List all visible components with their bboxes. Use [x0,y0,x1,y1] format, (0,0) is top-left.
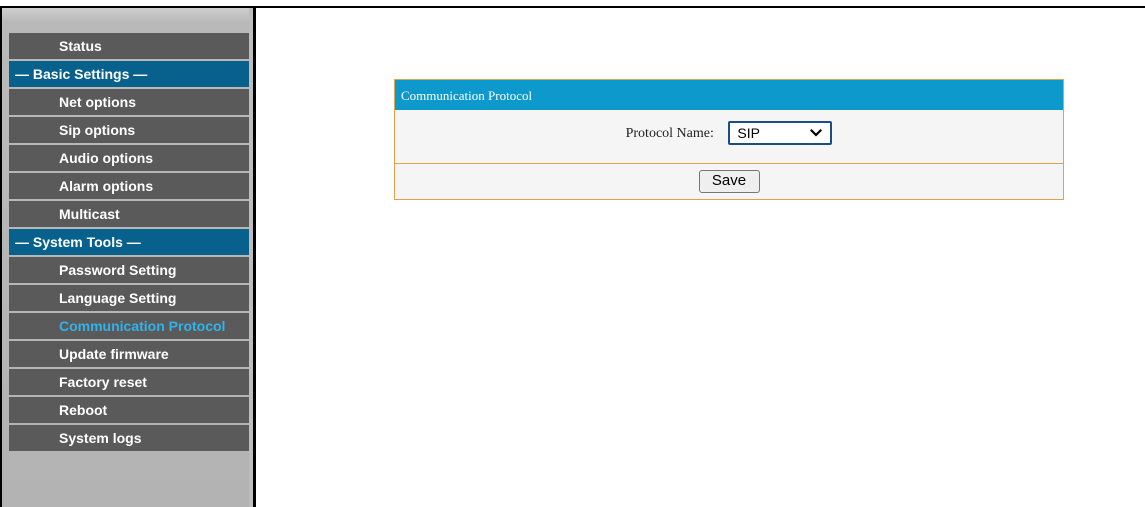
protocol-row: Protocol Name: SIP [395,110,1063,164]
sidebar-item-multicast[interactable]: Multicast [9,201,249,227]
chevron-down-icon [810,128,823,137]
sidebar-item-net-options[interactable]: Net options [9,89,249,115]
sidebar-item-sip-options[interactable]: Sip options [9,117,249,143]
communication-protocol-panel: Communication Protocol Protocol Name: SI… [394,79,1064,200]
panel-title: Communication Protocol [395,79,1063,110]
sidebar-item-password-setting[interactable]: Password Setting [9,257,249,283]
protocol-name-label: Protocol Name: [625,126,714,141]
sidebar-item-language-setting[interactable]: Language Setting [9,285,249,311]
sidebar-section-basic-settings: — Basic Settings — [9,61,249,87]
sidebar-section-system-tools: — System Tools — [9,229,249,255]
sidebar-item-alarm-options[interactable]: Alarm options [9,173,249,199]
sidebar-item-system-logs[interactable]: System logs [9,425,249,451]
sidebar-item-communication-protocol[interactable]: Communication Protocol [9,313,249,339]
sidebar-item-audio-options[interactable]: Audio options [9,145,249,171]
sidebar-item-reboot[interactable]: Reboot [9,397,249,423]
panel-footer: Save [395,164,1063,199]
protocol-select[interactable]: SIP [728,121,833,145]
sidebar-item-factory-reset[interactable]: Factory reset [9,369,249,395]
sidebar-menu: Status — Basic Settings — Net options Si… [9,33,249,453]
save-button[interactable]: Save [698,170,760,193]
sidebar-item-update-firmware[interactable]: Update firmware [9,341,249,367]
sidebar-item-status[interactable]: Status [9,33,249,59]
sidebar-edge [253,8,256,507]
protocol-select-value: SIP [737,125,760,141]
